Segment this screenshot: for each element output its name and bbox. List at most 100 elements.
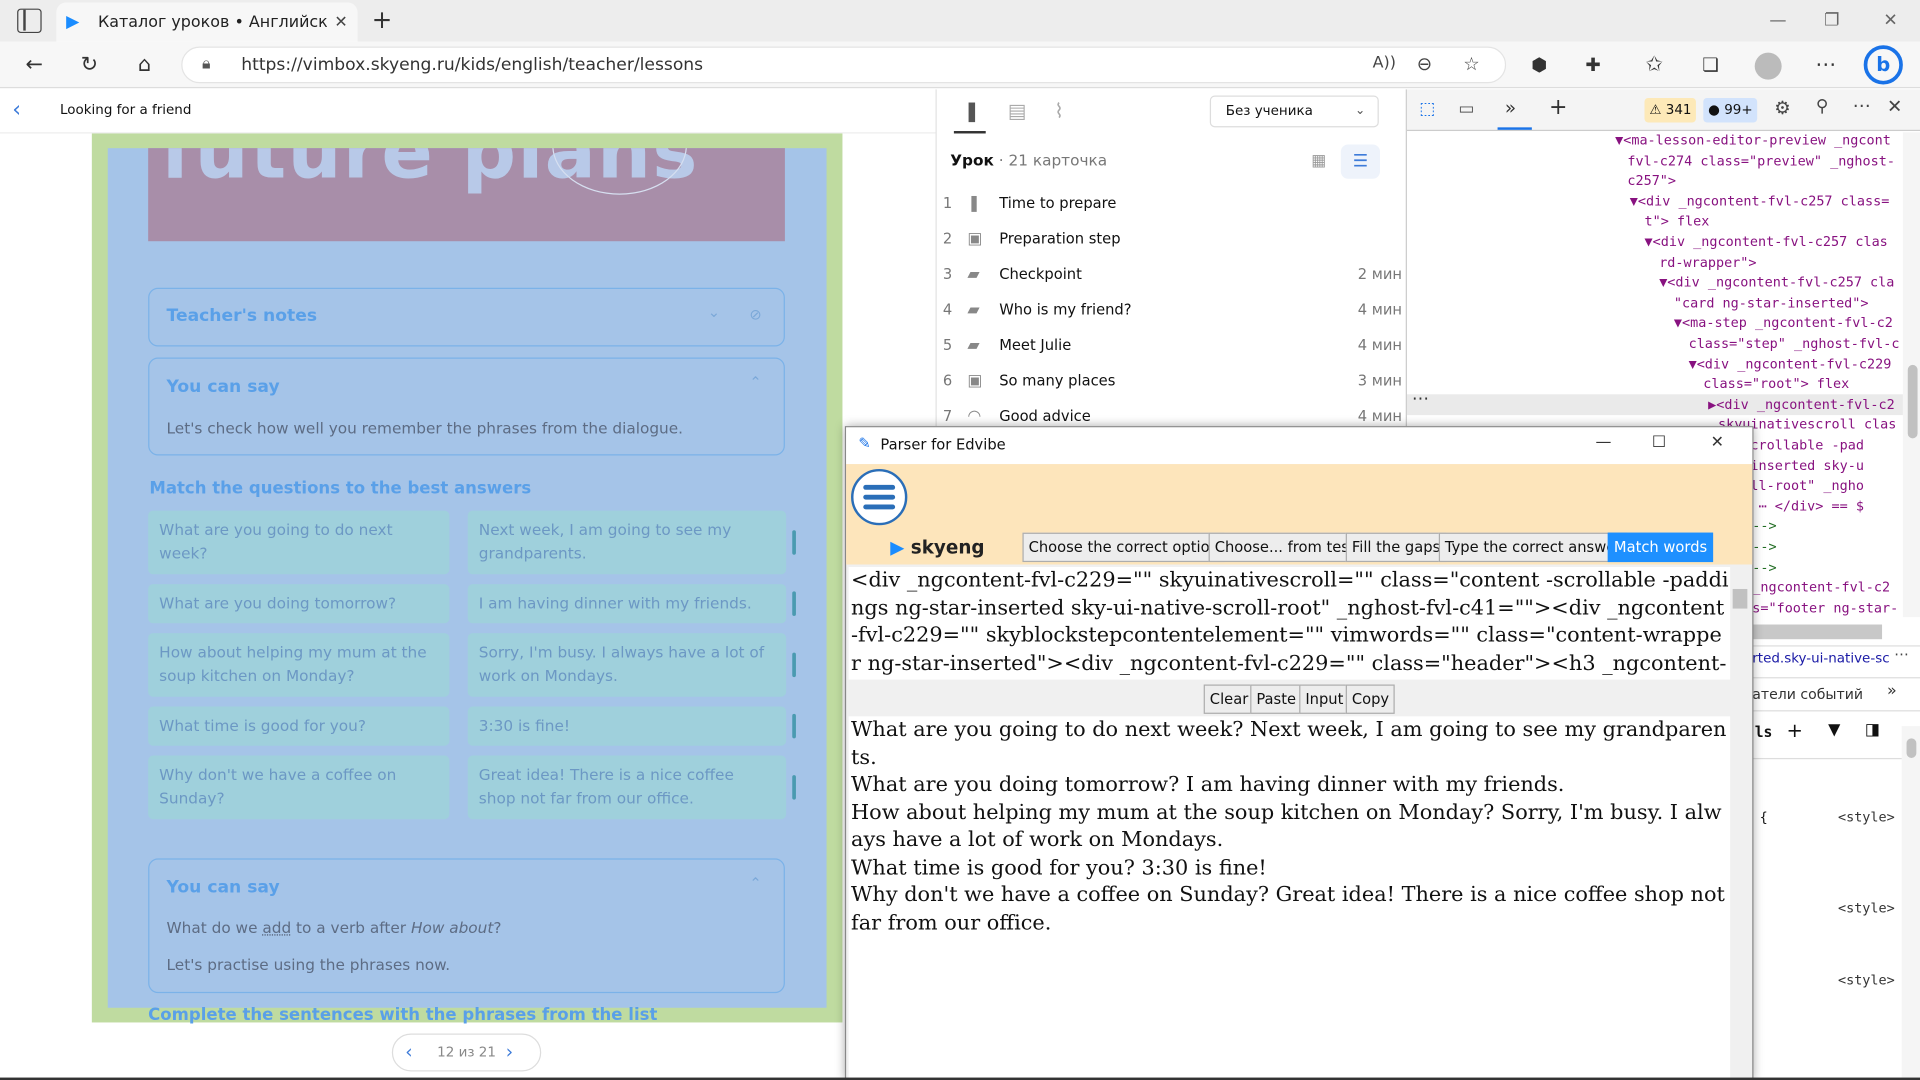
sidebar-icon[interactable]: ◨ bbox=[1865, 721, 1880, 739]
paste-button[interactable]: Paste bbox=[1250, 684, 1303, 714]
address-bar[interactable]: 🔒︎ https://vimbox.skyeng.ru/kids/english… bbox=[181, 46, 1507, 84]
dom-node[interactable]: fvl-c274 class="preview" _nghost- bbox=[1627, 153, 1895, 173]
archive-icon[interactable]: ▤ bbox=[1008, 99, 1027, 122]
match-answer[interactable]: I am having dinner with my friends. bbox=[467, 584, 787, 624]
browser-tab-active[interactable]: ▶ Каталог уроков • Английский Sk ✕ bbox=[56, 2, 358, 42]
dom-node[interactable]: ▼<div _ngcontent-fvl-c229 bbox=[1689, 356, 1892, 376]
lock-icon[interactable]: 🔒︎ bbox=[202, 48, 210, 82]
dom-node[interactable]: c257"> bbox=[1627, 173, 1676, 193]
back-chevron-icon[interactable]: ‹ bbox=[12, 97, 21, 123]
next-card-icon[interactable]: › bbox=[506, 1041, 513, 1063]
match-question[interactable]: Why don't we have a coffee on Sunday? bbox=[148, 755, 450, 820]
input-scrollbar[interactable] bbox=[1730, 566, 1750, 680]
dom-node[interactable]: _ngcontent-fvl-c2 bbox=[1752, 579, 1890, 599]
dom-node[interactable]: ▶<div _ngcontent-fvl-c2 bbox=[1708, 396, 1895, 416]
minimize-button[interactable]: — bbox=[1753, 5, 1802, 37]
warnings-badge[interactable]: ⚠ 341 bbox=[1644, 97, 1697, 123]
grid-view-icon[interactable]: ▦ bbox=[1302, 144, 1336, 178]
drag-handle[interactable] bbox=[792, 530, 796, 555]
match-answer[interactable]: Great idea! There is a nice coffee shop … bbox=[467, 755, 787, 820]
drag-handle[interactable] bbox=[792, 591, 796, 616]
html-input-field[interactable]: <div _ngcontent-fvl-c229="" skyuinatives… bbox=[848, 566, 1731, 680]
lesson-item[interactable]: 5 ▰ Meet Julie 4 мин bbox=[943, 328, 1402, 362]
mode-type-correct-answer[interactable]: Type the correct answer bbox=[1438, 532, 1628, 563]
add-tab-icon[interactable]: + bbox=[1549, 94, 1567, 120]
lesson-item[interactable]: 1 ❚ Time to prepare bbox=[943, 186, 1402, 220]
dom-comment[interactable]: --> bbox=[1752, 518, 1776, 538]
drag-handle[interactable] bbox=[792, 775, 796, 800]
remote-devices-icon[interactable]: ⚲ bbox=[1816, 97, 1829, 117]
dom-node[interactable]: s="footer ng-star- bbox=[1752, 600, 1898, 616]
match-answer[interactable]: Next week, I am going to see my grandpar… bbox=[467, 510, 787, 575]
attachment-icon[interactable]: ⌇ bbox=[1054, 99, 1064, 122]
list-view-icon[interactable]: ☰ bbox=[1340, 144, 1381, 179]
maximize-button[interactable]: ☐ bbox=[1652, 433, 1666, 451]
scroll-thumb[interactable] bbox=[1732, 588, 1748, 609]
lesson-item[interactable]: 2 ▣ Preparation step bbox=[943, 222, 1402, 256]
teachers-notes-card[interactable]: Teacher's notes ⌄ ⊘ bbox=[148, 287, 785, 347]
minimize-button[interactable]: — bbox=[1596, 433, 1612, 451]
ellipsis-icon[interactable]: ⋯ bbox=[1412, 389, 1429, 409]
profile-avatar[interactable] bbox=[1754, 52, 1782, 80]
chevron-up-icon[interactable]: ⌃ bbox=[749, 373, 761, 390]
dom-node[interactable]: ▼<div _ngcontent-fvl-c257 class= bbox=[1630, 193, 1889, 213]
dom-node[interactable]: ▼<div _ngcontent-fvl-c257 clas bbox=[1645, 234, 1888, 254]
zoom-icon[interactable]: ⊖ bbox=[1417, 53, 1432, 75]
match-question[interactable]: What are you going to do next week? bbox=[148, 510, 450, 575]
dom-node[interactable]: class="step" _nghost-fvl-c bbox=[1689, 336, 1900, 356]
drag-handle[interactable] bbox=[792, 652, 796, 678]
read-aloud-icon[interactable]: A)) bbox=[1373, 54, 1396, 72]
favorites-icon[interactable]: ✩ bbox=[1638, 49, 1670, 81]
mode-choose-from-test[interactable]: Choose... from test bbox=[1208, 532, 1361, 563]
settings-gear-icon[interactable]: ⚙ bbox=[1774, 97, 1790, 119]
prev-card-icon[interactable]: ‹ bbox=[405, 1041, 412, 1063]
more-tabs-icon[interactable]: » bbox=[1887, 682, 1897, 700]
clear-button[interactable]: Clear bbox=[1203, 684, 1255, 714]
collections-icon[interactable]: ❏ bbox=[1695, 49, 1727, 81]
dom-comment[interactable]: --> bbox=[1752, 539, 1776, 559]
mode-match-words[interactable]: Match words bbox=[1607, 532, 1714, 563]
lesson-item[interactable]: 6 ▣ So many places 3 мин bbox=[943, 364, 1402, 398]
mode-fill-the-gaps[interactable]: Fill the gaps bbox=[1345, 532, 1447, 563]
style-tag[interactable]: <style> bbox=[1838, 809, 1895, 825]
lesson-item[interactable]: 3 ▰ Checkpoint 2 мин bbox=[943, 257, 1402, 291]
new-tab-button[interactable]: + bbox=[367, 5, 396, 34]
dom-node[interactable]: ▼<ma-lesson-editor-preview _ngcont bbox=[1615, 132, 1891, 152]
favorite-add-icon[interactable]: ☆ bbox=[1463, 53, 1479, 75]
tab-close-icon[interactable]: ✕ bbox=[334, 13, 347, 31]
style-tag[interactable]: <style> bbox=[1838, 900, 1895, 916]
match-question[interactable]: What are you doing tomorrow? bbox=[148, 584, 450, 624]
parsed-output-area[interactable]: What are you going to do next week? Next… bbox=[848, 716, 1731, 1079]
mode-choose-correct-option[interactable]: Choose the correct option bbox=[1022, 532, 1225, 563]
sidebar-toggle-icon[interactable] bbox=[17, 8, 42, 34]
copilot-icon[interactable]: b bbox=[1863, 45, 1903, 85]
horizontal-scrollbar[interactable] bbox=[1752, 624, 1883, 640]
parser-close-button[interactable]: ✕ bbox=[1711, 433, 1724, 451]
match-answer[interactable]: Sorry, I'm busy. I always have a lot of … bbox=[467, 633, 787, 697]
match-question[interactable]: What time is good for you? bbox=[148, 706, 450, 746]
book-icon[interactable]: ❚ bbox=[964, 99, 980, 122]
match-question[interactable]: How about helping my mum at the soup kit… bbox=[148, 633, 450, 697]
chevron-up-icon[interactable]: ⌃ bbox=[749, 874, 761, 891]
devtools-more-icon[interactable]: ⋯ bbox=[1853, 94, 1871, 116]
style-tag[interactable]: <style> bbox=[1838, 972, 1895, 988]
window-close-button[interactable]: ✕ bbox=[1866, 5, 1915, 37]
dom-node[interactable]: t"> flex bbox=[1645, 214, 1710, 234]
paint-icon[interactable]: ▼ bbox=[1828, 721, 1840, 739]
elements-scrollbar[interactable] bbox=[1902, 132, 1920, 618]
home-icon[interactable]: ⌂ bbox=[129, 49, 161, 81]
dom-comment[interactable]: --> bbox=[1752, 559, 1776, 579]
messages-badge[interactable]: ● 99+ bbox=[1703, 97, 1758, 123]
hide-eye-icon[interactable]: ⊘ bbox=[749, 306, 761, 323]
skyeng-logo[interactable]: ▶ skyeng bbox=[890, 533, 1017, 562]
extension-icon[interactable]: ⬢ bbox=[1523, 49, 1555, 81]
url-text[interactable]: https://vimbox.skyeng.ru/kids/english/te… bbox=[241, 48, 703, 82]
styles-scrollbar[interactable] bbox=[1901, 726, 1920, 1080]
extensions-puzzle-icon[interactable]: ✚ bbox=[1577, 49, 1609, 81]
input-button[interactable]: Input bbox=[1299, 684, 1350, 714]
more-icon[interactable]: ⋯ bbox=[1810, 49, 1842, 81]
inspect-icon[interactable]: ⬚ bbox=[1419, 99, 1435, 119]
back-icon[interactable]: ← bbox=[18, 49, 50, 81]
scroll-thumb[interactable] bbox=[1907, 364, 1918, 439]
devtools-close-icon[interactable]: ✕ bbox=[1887, 96, 1902, 118]
